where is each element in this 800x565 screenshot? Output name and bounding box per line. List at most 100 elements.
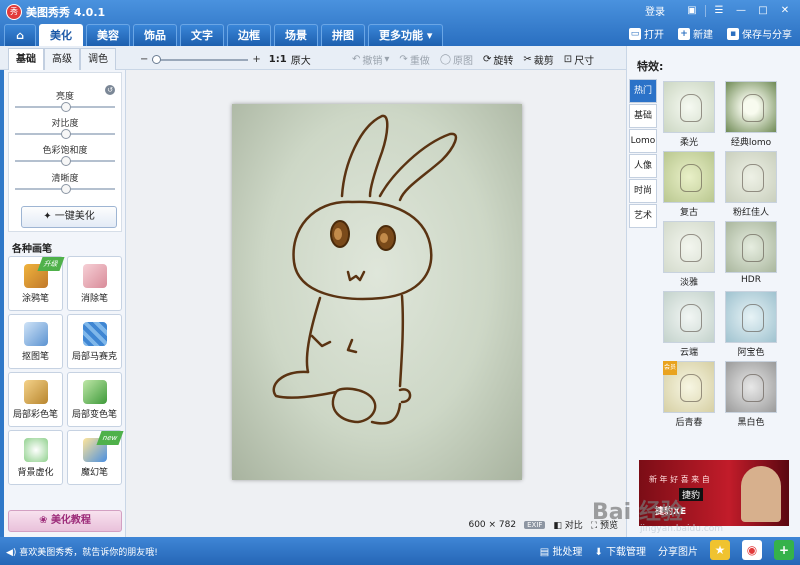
- actual-size-button[interactable]: 1:1: [269, 54, 287, 65]
- download-button[interactable]: ⬇ 下载管理: [594, 543, 646, 558]
- effect-pink-lady[interactable]: 粉红佳人: [725, 151, 777, 218]
- redo-button[interactable]: ↷ 重做: [399, 52, 429, 67]
- effect-hdr[interactable]: HDR: [725, 221, 777, 285]
- menu-icon[interactable]: ☰: [710, 5, 728, 16]
- auto-beautify-button[interactable]: ✦ 一键美化: [21, 206, 117, 228]
- zoom-slider[interactable]: [152, 54, 249, 64]
- zoom-in-icon[interactable]: +: [252, 54, 260, 65]
- original-size-label[interactable]: 原大: [291, 52, 311, 67]
- rotate-button[interactable]: ⟳ 旋转: [483, 52, 513, 67]
- member-badge: 会员: [663, 361, 677, 375]
- mosaic-brush-button[interactable]: 局部马赛克: [67, 314, 122, 369]
- tab-scene[interactable]: 场景: [274, 24, 318, 46]
- effect-abao-color[interactable]: 阿宝色: [725, 291, 777, 358]
- effect-post-youth[interactable]: 会员 后青春: [663, 361, 715, 428]
- brightness-handle[interactable]: [61, 102, 71, 112]
- redo-label: 重做: [409, 56, 430, 67]
- minimize-icon[interactable]: —: [732, 5, 750, 16]
- color-brush-button[interactable]: 局部彩色笔: [8, 372, 63, 427]
- status-message-text: 喜欢美图秀秀，就告诉你的朋友哦!: [19, 548, 158, 558]
- chevron-down-icon[interactable]: ▾: [384, 54, 389, 65]
- category-portrait[interactable]: 人像: [629, 154, 657, 178]
- tab-more[interactable]: 更多功能 ▾: [368, 24, 444, 46]
- effect-thumbnail: [663, 151, 715, 203]
- tab-face[interactable]: 美容: [86, 24, 130, 46]
- magic-brush-button[interactable]: 魔幻笔 new: [67, 430, 124, 485]
- sharpness-track[interactable]: [15, 184, 115, 194]
- tail: [398, 388, 412, 404]
- cutout-brush-button[interactable]: 抠图笔: [8, 314, 63, 369]
- close-icon[interactable]: ✕: [776, 5, 794, 16]
- weibo-icon[interactable]: ◉: [742, 540, 762, 560]
- canvas-area[interactable]: 600 × 782 EXIF ◧ 对比 ⛶ 预览: [126, 70, 626, 537]
- background-blur-button[interactable]: 背景虚化: [8, 430, 63, 485]
- photo-image[interactable]: [232, 104, 522, 480]
- tab-text[interactable]: 文字: [180, 24, 224, 46]
- blur-icon: [23, 438, 48, 462]
- sharpness-handle[interactable]: [61, 184, 71, 194]
- category-fashion[interactable]: 时尚: [629, 179, 657, 203]
- resize-button[interactable]: ⊡ 尺寸: [564, 52, 594, 67]
- brightness-slider[interactable]: 亮度: [15, 89, 115, 112]
- exif-button[interactable]: EXIF: [524, 520, 546, 529]
- maximize-icon[interactable]: □: [754, 5, 772, 16]
- compare-label: 对比: [564, 521, 583, 531]
- effect-label: 后青春: [675, 418, 703, 428]
- eraser-brush-button[interactable]: 消除笔: [67, 256, 122, 311]
- star-icon[interactable]: ★: [710, 540, 730, 560]
- effect-thumbnail: [725, 81, 777, 133]
- category-popular[interactable]: 热门: [629, 79, 657, 103]
- zoom-out-icon[interactable]: −: [140, 54, 148, 65]
- tab-beautify[interactable]: 美化: [39, 24, 83, 46]
- tab-accessories[interactable]: 饰品: [133, 24, 177, 46]
- effect-cloud[interactable]: 云端: [663, 291, 715, 358]
- contrast-track[interactable]: [15, 129, 115, 139]
- tab-color[interactable]: 调色: [80, 48, 116, 70]
- right-ear: [378, 132, 458, 202]
- share-label[interactable]: 分享图片: [658, 543, 698, 558]
- add-icon[interactable]: +: [774, 540, 794, 560]
- brightness-track[interactable]: [15, 102, 115, 112]
- effects-heading: 特效:: [637, 60, 664, 73]
- category-art[interactable]: 艺术: [629, 204, 657, 228]
- open-button[interactable]: ▭ 打开: [629, 26, 664, 41]
- login-link[interactable]: 登录: [645, 3, 665, 18]
- saturation-handle[interactable]: [61, 156, 71, 166]
- doodle-brush-button[interactable]: 涂鸦笔 升级: [8, 256, 65, 311]
- save-share-button[interactable]: ▪ 保存与分享: [727, 26, 792, 41]
- effect-thumbnail: [663, 291, 715, 343]
- tab-border[interactable]: 边框: [227, 24, 271, 46]
- undo-icon: ↶: [352, 54, 361, 65]
- category-basic[interactable]: 基础: [629, 104, 657, 128]
- undo-button[interactable]: ↶ 撤销 ▾: [352, 52, 389, 67]
- contrast-handle[interactable]: [61, 129, 71, 139]
- effect-vintage[interactable]: 复古: [663, 151, 715, 218]
- message-icon[interactable]: ▣: [683, 5, 701, 16]
- redo-icon: ↷: [399, 54, 408, 65]
- category-lomo[interactable]: Lomo: [629, 129, 657, 153]
- zoom-slider-handle[interactable]: [152, 54, 162, 64]
- tab-collage[interactable]: 拼图: [321, 24, 365, 46]
- left-panel: ↺ 亮度 对比度 色彩饱和度 清晰度 ✦ 一键美化 各种画笔 涂鸦笔 升级 消除…: [4, 70, 126, 537]
- saturation-track[interactable]: [15, 156, 115, 166]
- effect-black-white[interactable]: 黑白色: [725, 361, 777, 428]
- divider: [705, 4, 706, 17]
- tutorial-button[interactable]: ❀ 美化教程: [8, 510, 122, 532]
- new-button[interactable]: + 新建: [678, 26, 713, 41]
- status-message[interactable]: ◀) 喜欢美图秀秀，就告诉你的朋友哦!: [6, 545, 158, 558]
- home-icon[interactable]: ⌂: [4, 24, 36, 46]
- sharpness-slider[interactable]: 清晰度: [15, 171, 115, 194]
- saturation-slider[interactable]: 色彩饱和度: [15, 143, 115, 166]
- recolor-brush-button[interactable]: 局部变色笔: [67, 372, 122, 427]
- compare-button[interactable]: ◧ 对比: [553, 518, 582, 531]
- tab-advanced[interactable]: 高级: [44, 48, 80, 70]
- effect-soft-light[interactable]: 柔光: [663, 81, 715, 148]
- body-right: [398, 294, 405, 388]
- batch-button[interactable]: ▤ 批处理: [540, 543, 583, 558]
- effect-elegant[interactable]: 淡雅: [663, 221, 715, 288]
- effect-classic-lomo[interactable]: 经典lomo: [725, 81, 777, 148]
- tab-basic[interactable]: 基础: [8, 48, 44, 70]
- original-button[interactable]: ◯ 原图: [440, 52, 473, 67]
- crop-button[interactable]: ✂ 裁剪: [523, 52, 553, 67]
- contrast-slider[interactable]: 对比度: [15, 116, 115, 139]
